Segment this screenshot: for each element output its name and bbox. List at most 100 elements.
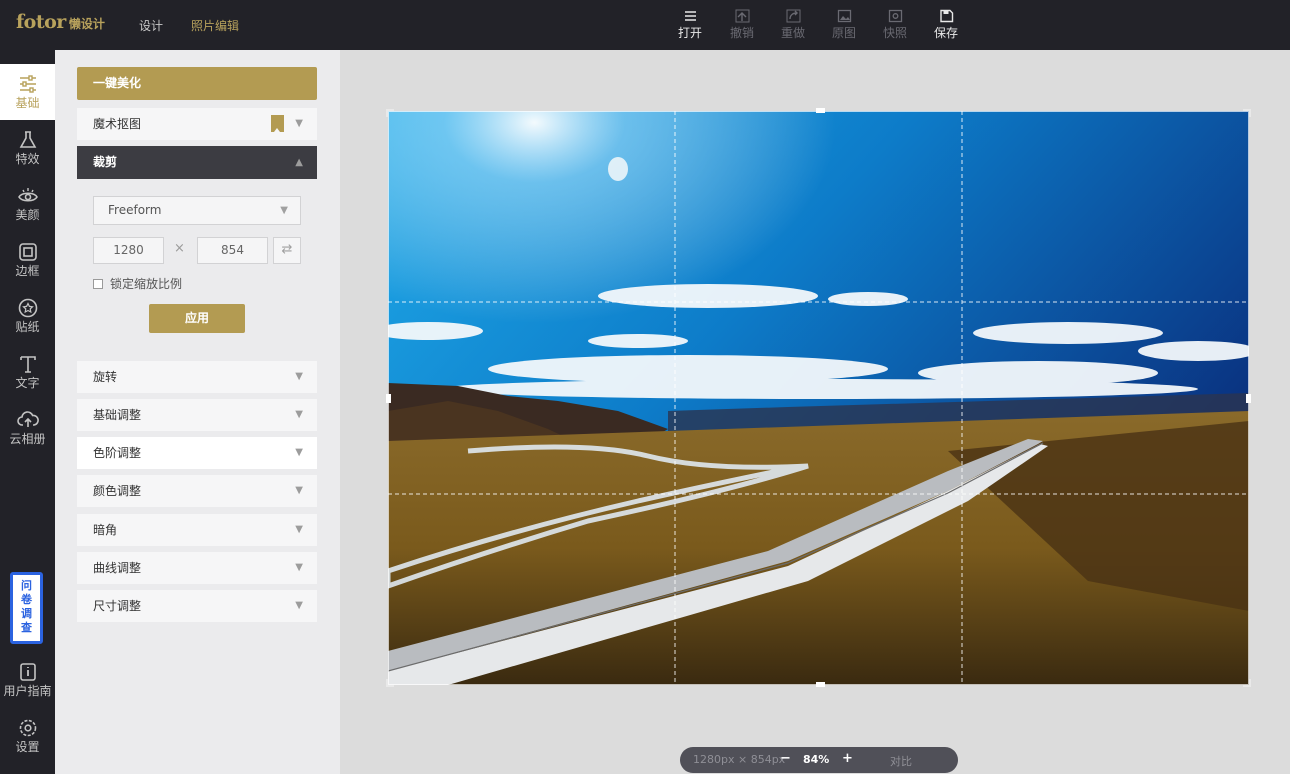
rail-item-cloud[interactable]: 云相册 [0,400,55,456]
section-crop[interactable]: 裁剪 ▲ [77,146,317,179]
zoom-bar: 1280px × 854px − 84% + 对比 [680,747,958,773]
lock-ratio-label: 锁定缩放比例 [110,277,183,291]
zoom-out-button[interactable]: − [780,751,791,766]
rail-item-basic[interactable]: 基础 [0,64,55,120]
gear-icon [19,719,36,737]
crop-corner-top-right[interactable] [1243,109,1251,117]
crop-corner-top-left[interactable] [386,109,394,117]
open-label: 打开 [677,26,702,40]
tool-rail: 基础 特效 美颜 边框 贴纸 文字 云相册 问 卷 调 查 用户指南 设置 [0,50,55,774]
lock-ratio-checkbox[interactable]: 锁定缩放比例 [93,275,182,292]
chevron-down-icon: ▼ [295,409,303,420]
section-label: 曲线调整 [93,561,142,575]
section-label: 基础调整 [93,408,142,422]
crop-handle-right[interactable] [1246,394,1251,403]
section-label: 裁剪 [93,155,118,169]
survey-char: 调 [21,607,32,620]
logo[interactable]: fotor 懒设计 [16,11,105,37]
sliders-icon [19,75,36,93]
crop-corner-bottom-left[interactable] [386,679,394,687]
landscape-photo [388,111,1249,685]
text-icon [19,356,36,373]
crop-corner-bottom-right[interactable] [1243,679,1251,687]
crop-ratio-value: Freeform [108,203,162,217]
rail-label-guide: 用户指南 [3,684,52,698]
eye-icon [17,188,38,202]
logo-text: fotor [16,11,66,33]
section-magic-cutout[interactable]: 魔术抠图 ▼ [77,108,317,140]
rail-item-frame[interactable]: 边框 [0,232,55,288]
chevron-down-icon: ▼ [280,205,288,216]
survey-button[interactable]: 问 卷 调 查 [10,572,43,644]
rail-label-cloud: 云相册 [9,432,46,446]
survey-char: 问 [21,579,32,592]
survey-char: 查 [21,621,32,634]
rail-label-settings: 设置 [15,740,40,754]
image-size-info: 1280px × 854px [693,753,786,766]
save-button[interactable]: 保存 [926,9,966,43]
chevron-down-icon: ▼ [295,562,303,573]
crop-handle-bottom[interactable] [816,682,825,687]
save-icon [939,9,953,23]
crop-handle-top[interactable] [816,108,825,113]
nav-photo-edit[interactable]: 照片编辑 [191,17,239,34]
checkbox-box[interactable] [93,278,103,289]
crop-ratio-select[interactable]: Freeform ▼ [93,196,301,225]
snapshot-label: 快照 [882,26,907,40]
undo-button[interactable]: 撤销 [722,9,762,43]
section-label: 颜色调整 [93,484,142,498]
frame-icon [18,243,37,261]
open-button[interactable]: 打开 [670,9,710,43]
save-label: 保存 [933,26,958,40]
crop-width-input[interactable]: 1280 [93,237,164,264]
swap-dimensions-button[interactable]: ⇄ [273,237,301,264]
rail-item-sticker[interactable]: 贴纸 [0,288,55,344]
chevron-down-icon: ▼ [295,524,303,535]
section-basic-adjust[interactable]: 基础调整 ▼ [77,399,317,431]
rail-label-text: 文字 [15,376,40,390]
one-click-enhance-button[interactable]: 一键美化 [77,67,317,100]
section-rotate[interactable]: 旋转 ▼ [77,361,317,393]
rail-item-text[interactable]: 文字 [0,344,55,400]
photo[interactable] [388,111,1249,685]
survey-char: 卷 [21,593,32,606]
apply-button[interactable]: 应用 [149,304,245,333]
rail-label-sticker: 贴纸 [15,320,40,334]
crop-height-input[interactable]: 854 [197,237,268,264]
rail-label-frame: 边框 [15,264,40,278]
section-resize[interactable]: 尺寸调整 ▼ [77,590,317,622]
compare-button[interactable]: 对比 [890,753,912,769]
rail-item-settings[interactable]: 设置 [0,708,55,764]
info-icon [19,663,36,681]
times-icon: × [174,241,185,256]
section-curves[interactable]: 曲线调整 ▼ [77,552,317,584]
original-button[interactable]: 原图 [824,9,864,43]
rail-item-effects[interactable]: 特效 [0,120,55,176]
section-label: 色阶调整 [93,446,142,460]
section-color-adjust[interactable]: 颜色调整 ▼ [77,475,317,507]
adjust-panel: 一键美化 魔术抠图 ▼ 裁剪 ▲ Freeform ▼ 1280 × 854 ⇄… [55,50,340,774]
snapshot-button[interactable]: 快照 [875,9,915,43]
original-label: 原图 [831,26,856,40]
crop-handle-left[interactable] [386,394,391,403]
section-levels[interactable]: 色阶调整 ▼ [77,437,317,469]
editing-canvas: 1280px × 854px − 84% + 对比 [340,50,1290,774]
top-bar: fotor 懒设计 设计 照片编辑 打开 撤销 重做 原图 快照 保存 [0,0,1290,50]
chevron-down-icon: ▼ [295,371,303,382]
bookmark-icon [271,115,284,132]
section-vignette[interactable]: 暗角 ▼ [77,514,317,546]
chevron-down-icon: ▼ [295,447,303,458]
rail-item-guide[interactable]: 用户指南 [0,652,55,708]
section-label: 尺寸调整 [93,599,142,613]
logo-subtitle: 懒设计 [68,17,105,31]
redo-label: 重做 [780,26,805,40]
chevron-down-icon: ▼ [295,485,303,496]
rail-label-beauty: 美颜 [15,208,40,222]
nav-design[interactable]: 设计 [139,17,163,34]
zoom-in-button[interactable]: + [842,751,853,766]
sticker-icon [18,298,37,318]
redo-button[interactable]: 重做 [773,9,813,43]
section-label: 魔术抠图 [93,117,142,131]
rail-item-beauty[interactable]: 美颜 [0,176,55,232]
undo-label: 撤销 [729,26,754,40]
